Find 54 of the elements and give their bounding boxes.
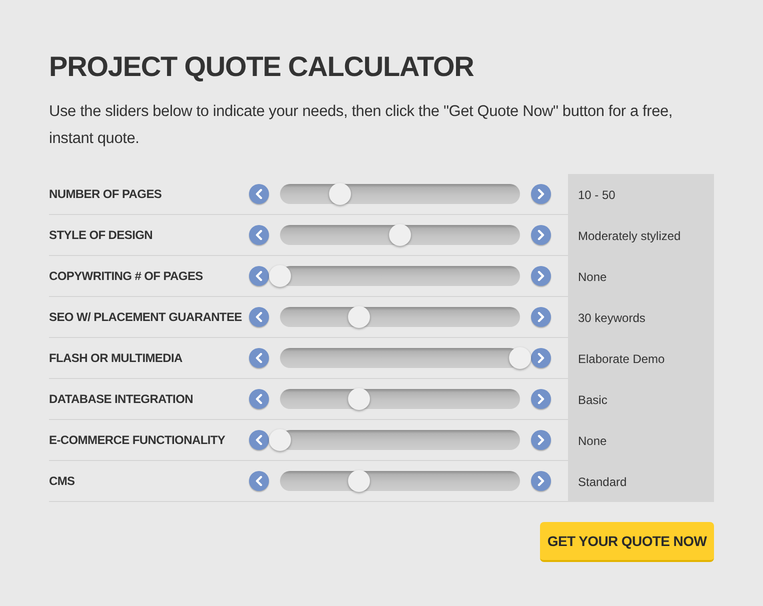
get-quote-button[interactable]: GET YOUR QUOTE NOW (540, 522, 714, 562)
chevron-left-icon (255, 353, 263, 363)
increase-button[interactable] (531, 430, 551, 450)
slider-value: 10 - 50 (568, 174, 714, 215)
decrease-button[interactable] (249, 389, 269, 409)
decrease-button[interactable] (249, 266, 269, 286)
slider-label: DATABASE INTEGRATION (49, 392, 194, 406)
slider-value: None (568, 256, 714, 297)
decrease-button[interactable] (249, 225, 269, 245)
decrease-button[interactable] (249, 307, 269, 327)
slider-value: Standard (568, 461, 714, 502)
increase-button[interactable] (531, 348, 551, 368)
increase-button[interactable] (531, 266, 551, 286)
increase-button[interactable] (531, 184, 551, 204)
decrease-button[interactable] (249, 430, 269, 450)
chevron-right-icon (537, 353, 545, 363)
chevron-left-icon (255, 189, 263, 199)
slider-value: None (568, 420, 714, 461)
slider-thumb[interactable] (269, 429, 291, 451)
slider-value: Basic (568, 379, 714, 420)
increase-button[interactable] (531, 225, 551, 245)
chevron-right-icon (537, 312, 545, 322)
slider-thumb[interactable] (269, 265, 291, 287)
decrease-button[interactable] (249, 184, 269, 204)
increase-button[interactable] (531, 307, 551, 327)
slider-value: Moderately stylized (568, 215, 714, 256)
slider-label: STYLE OF DESIGN (49, 228, 154, 242)
slider-label: NUMBER OF PAGES (49, 187, 163, 201)
chevron-left-icon (255, 476, 263, 486)
decrease-button[interactable] (249, 471, 269, 491)
increase-button[interactable] (531, 389, 551, 409)
chevron-right-icon (537, 230, 545, 240)
chevron-right-icon (537, 476, 545, 486)
chevron-left-icon (255, 312, 263, 322)
chevron-left-icon (255, 435, 263, 445)
chevron-right-icon (537, 435, 545, 445)
slider-label: COPYWRITING # OF PAGES (49, 269, 204, 283)
decrease-button[interactable] (249, 348, 269, 368)
slider-label: SEO W/ PLACEMENT GUARANTEE (49, 310, 243, 324)
slider-label: E-COMMERCE FUNCTIONALITY (49, 433, 226, 447)
slider-thumb[interactable] (509, 347, 531, 369)
intro-text: Use the sliders below to indicate your needs, then click the "Get Quote Now" button for a free, instant quote. (49, 102, 674, 149)
slider-label: CMS (49, 474, 76, 488)
slider-value: 30 keywords (568, 297, 714, 338)
slider-label: FLASH OR MULTIMEDIA (49, 351, 184, 365)
chevron-left-icon (255, 230, 263, 240)
slider-value: Elaborate Demo (568, 338, 714, 379)
chevron-right-icon (537, 394, 545, 404)
chevron-right-icon (537, 271, 545, 281)
chevron-left-icon (255, 394, 263, 404)
chevron-right-icon (537, 189, 545, 199)
page-title: PROJECT QUOTE CALCULATOR (49, 50, 475, 84)
increase-button[interactable] (531, 471, 551, 491)
chevron-left-icon (255, 271, 263, 281)
